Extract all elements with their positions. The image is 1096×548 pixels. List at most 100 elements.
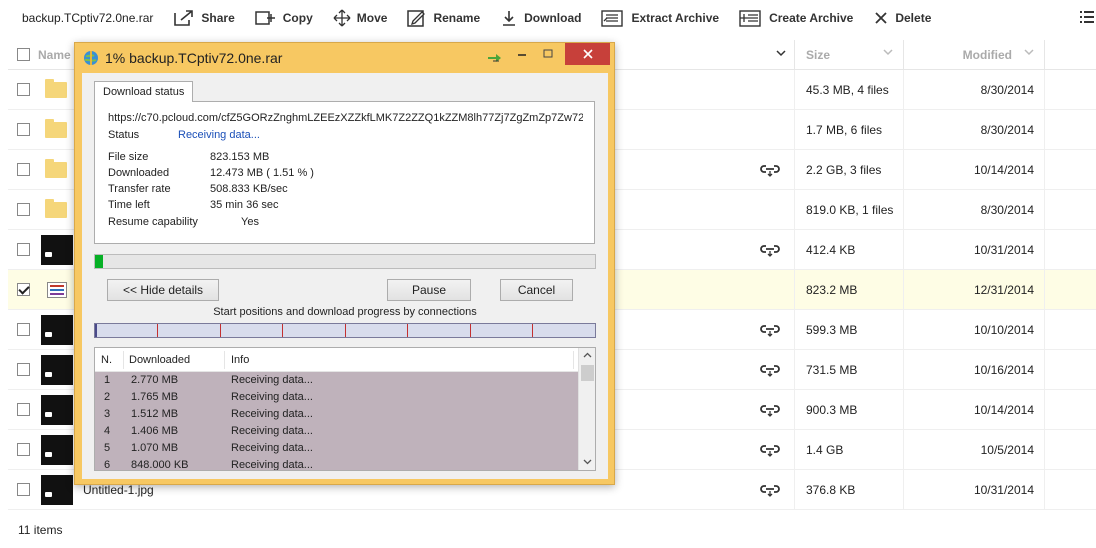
transfer-rate-value: 508.833 KB/sec xyxy=(210,183,288,195)
shared-link-icon[interactable] xyxy=(760,403,780,417)
download-icon xyxy=(503,11,516,26)
chevron-down-icon xyxy=(1024,48,1034,55)
close-icon xyxy=(875,12,887,24)
tab-download-status[interactable]: Download status xyxy=(94,81,194,102)
image-thumbnail[interactable] xyxy=(41,355,73,385)
connection-row[interactable]: 6 848.000 KB Receiving data... xyxy=(95,457,579,471)
file-size-value: 823.153 MB xyxy=(210,151,270,163)
file-size: 731.5 MB xyxy=(794,349,904,390)
file-modified: 8/30/2014 xyxy=(905,109,1045,150)
file-modified: 10/5/2014 xyxy=(905,429,1045,470)
connection-segment-1 xyxy=(95,324,97,337)
list-view-icon[interactable] xyxy=(1080,10,1094,24)
row-checkbox[interactable] xyxy=(16,283,30,296)
connection-downloaded: 1.765 MB xyxy=(131,391,179,403)
share-label: Share xyxy=(201,11,235,25)
conn-header-downloaded[interactable]: Downloaded xyxy=(129,354,190,366)
move-icon xyxy=(333,9,351,27)
row-checkbox[interactable] xyxy=(16,203,30,216)
connection-segment-6 xyxy=(407,324,408,337)
status-value: Receiving data... xyxy=(178,129,260,141)
connection-info: Receiving data... xyxy=(231,391,313,403)
extract-archive-icon xyxy=(601,10,624,27)
shared-link-icon[interactable] xyxy=(760,483,780,497)
connection-number: 4 xyxy=(104,425,111,437)
dialog-title-bar[interactable]: 1% backup.TCptiv72.0ne.rar xyxy=(75,43,614,73)
connection-row[interactable]: 2 1.765 MB Receiving data... xyxy=(95,389,579,406)
download-button[interactable]: Download xyxy=(500,9,581,27)
row-checkbox[interactable] xyxy=(16,123,30,136)
shared-link-icon[interactable] xyxy=(760,243,780,257)
file-modified: 10/10/2014 xyxy=(905,309,1045,350)
copy-button[interactable]: Copy xyxy=(255,9,313,27)
row-checkbox[interactable] xyxy=(16,83,30,96)
select-all-checkbox[interactable] xyxy=(16,48,30,61)
row-checkbox[interactable] xyxy=(16,243,30,256)
scrollbar-thumb[interactable] xyxy=(581,365,594,381)
pause-button[interactable]: Pause xyxy=(387,279,471,301)
header-size[interactable]: Size xyxy=(794,39,904,70)
download-label: Download xyxy=(524,11,582,25)
row-checkbox[interactable] xyxy=(16,443,30,456)
delete-button[interactable]: Delete xyxy=(873,10,931,26)
image-thumbnail[interactable] xyxy=(41,435,73,465)
file-size: 599.3 MB xyxy=(794,309,904,350)
hide-to-tray-button[interactable] xyxy=(484,47,506,69)
connection-row[interactable]: 1 2.770 MB Receiving data... xyxy=(95,372,579,389)
share-button[interactable]: Share xyxy=(173,9,235,27)
arrow-right-icon xyxy=(488,54,501,62)
connections-scrollbar[interactable] xyxy=(578,348,595,470)
image-thumbnail[interactable] xyxy=(41,395,73,425)
close-icon xyxy=(582,49,593,59)
folder-icon xyxy=(45,119,67,138)
header-name[interactable]: Name xyxy=(38,48,71,62)
file-modified: 10/31/2014 xyxy=(905,229,1045,270)
transfer-rate-label: Transfer rate xyxy=(108,183,171,195)
conn-header-info[interactable]: Info xyxy=(231,354,249,366)
create-archive-label: Create Archive xyxy=(769,11,854,25)
connection-row[interactable]: 3 1.512 MB Receiving data... xyxy=(95,406,579,423)
cancel-button[interactable]: Cancel xyxy=(500,279,573,301)
connection-number: 3 xyxy=(104,408,111,420)
row-checkbox[interactable] xyxy=(16,403,30,416)
connection-info: Receiving data... xyxy=(231,442,313,454)
file-size: 823.2 MB xyxy=(794,269,904,310)
close-button[interactable] xyxy=(565,43,610,65)
move-button[interactable]: Move xyxy=(333,9,388,27)
conn-header-n[interactable]: N. xyxy=(101,354,112,366)
chevron-down-icon[interactable] xyxy=(776,50,786,58)
connection-info: Receiving data... xyxy=(231,459,313,471)
chevron-down-icon[interactable] xyxy=(583,459,592,465)
image-thumbnail[interactable] xyxy=(41,235,73,265)
extract-archive-button[interactable]: Extract Archive xyxy=(601,9,719,27)
folder-icon xyxy=(45,199,67,218)
row-checkbox[interactable] xyxy=(16,323,30,336)
file-modified: 8/30/2014 xyxy=(905,69,1045,110)
shared-link-icon[interactable] xyxy=(760,443,780,457)
image-thumbnail[interactable] xyxy=(41,315,73,345)
row-checkbox[interactable] xyxy=(16,363,30,376)
chevron-up-icon[interactable] xyxy=(583,352,592,358)
connection-row[interactable]: 4 1.406 MB Receiving data... xyxy=(95,423,579,440)
connection-number: 2 xyxy=(104,391,111,403)
minimize-button[interactable] xyxy=(512,43,532,65)
connection-row[interactable]: 5 1.070 MB Receiving data... xyxy=(95,440,579,457)
shared-link-icon[interactable] xyxy=(760,363,780,377)
file-size: 412.4 KB xyxy=(794,229,904,270)
image-thumbnail[interactable] xyxy=(41,475,73,505)
header-modified[interactable]: Modified xyxy=(905,39,1045,70)
move-label: Move xyxy=(356,11,388,25)
download-dialog: 1% backup.TCptiv72.0ne.rar Download stat… xyxy=(74,42,615,485)
maximize-button[interactable] xyxy=(538,43,558,65)
shared-link-icon[interactable] xyxy=(760,323,780,337)
globe-download-icon xyxy=(84,51,98,65)
shared-link-icon[interactable] xyxy=(760,163,780,177)
hide-details-button[interactable]: << Hide details xyxy=(107,279,219,301)
connection-downloaded: 1.070 MB xyxy=(131,442,179,454)
rename-button[interactable]: Rename xyxy=(407,9,480,27)
create-archive-button[interactable]: Create Archive xyxy=(739,9,853,27)
connection-downloaded: 2.770 MB xyxy=(131,374,179,386)
row-checkbox[interactable] xyxy=(16,483,30,496)
row-checkbox[interactable] xyxy=(16,163,30,176)
connection-info: Receiving data... xyxy=(231,408,313,420)
